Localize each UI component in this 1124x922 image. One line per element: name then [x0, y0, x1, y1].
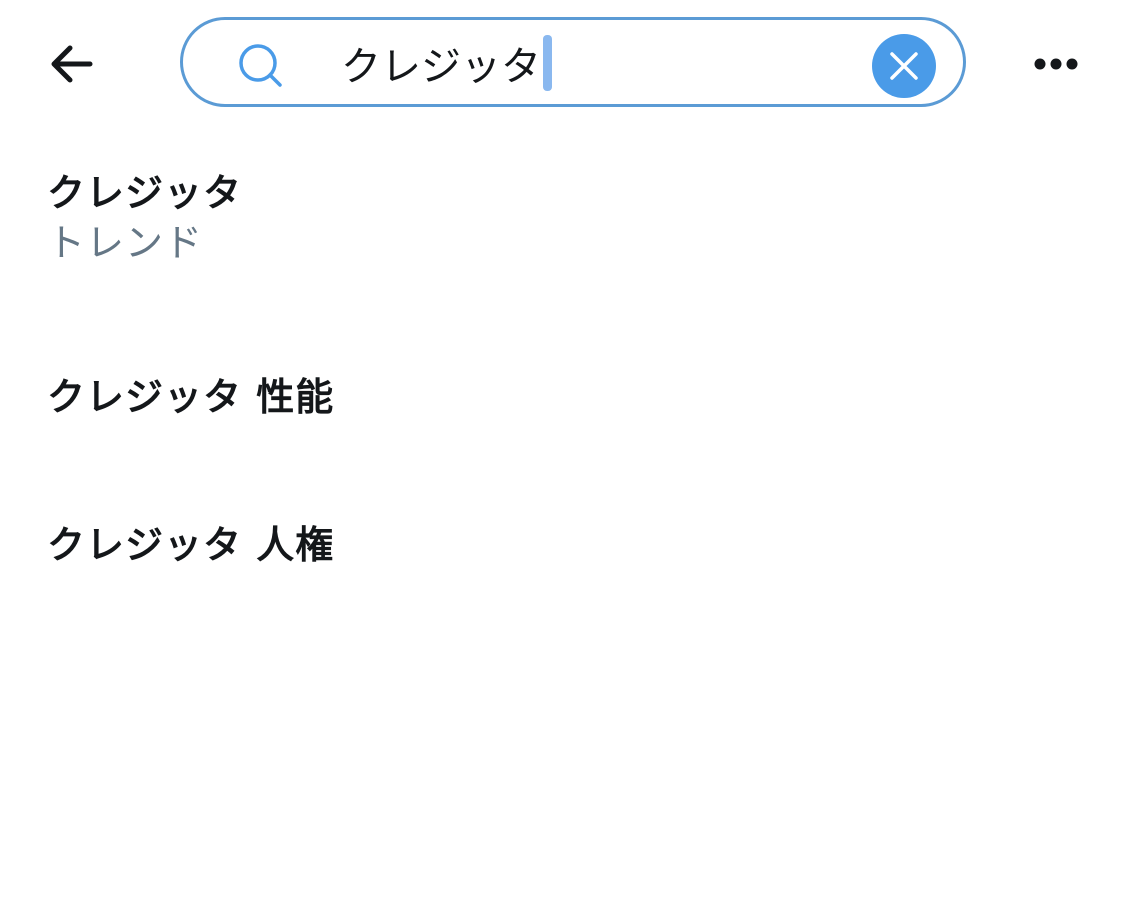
- suggestion-title: クレジッタ 人権: [47, 523, 335, 567]
- search-input-text: クレジッタ: [341, 44, 541, 90]
- more-options-button[interactable]: [1024, 40, 1088, 88]
- text-caret: [543, 35, 552, 91]
- search-field[interactable]: クレジッタ: [180, 17, 966, 107]
- suggestion-item[interactable]: クレジッタ トレンド: [0, 168, 1124, 308]
- back-button[interactable]: [36, 30, 106, 98]
- suggestion-item[interactable]: クレジッタ 人権: [0, 520, 1124, 610]
- close-icon: [890, 52, 918, 80]
- search-input[interactable]: クレジッタ: [341, 34, 861, 92]
- ellipsis-horizontal-icon: [1034, 58, 1078, 70]
- top-bar: クレジッタ: [0, 0, 1124, 128]
- suggestion-item[interactable]: クレジッタ 性能: [0, 372, 1124, 462]
- search-icon: [239, 44, 282, 87]
- suggestion-title: クレジッタ: [47, 171, 243, 215]
- clear-search-button[interactable]: [872, 34, 936, 98]
- suggestion-title: クレジッタ 性能: [47, 375, 335, 419]
- suggestion-subtitle: トレンド: [47, 221, 204, 265]
- arrow-left-icon: [51, 45, 93, 83]
